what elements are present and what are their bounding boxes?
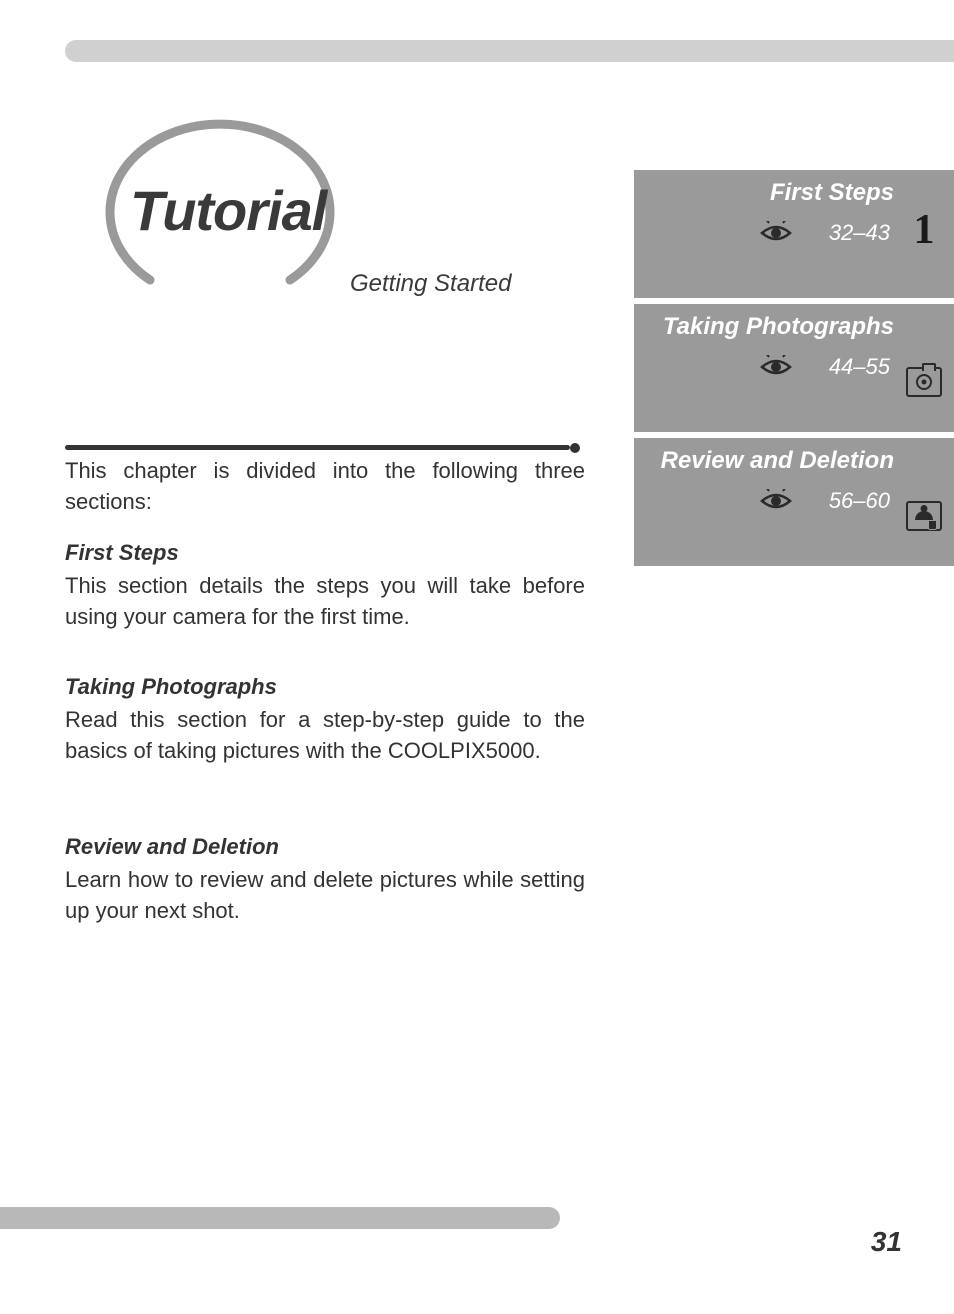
top-divider-bar	[65, 40, 954, 62]
page-subtitle: Getting Started	[350, 270, 511, 298]
bottom-divider-bar	[0, 1207, 560, 1229]
see-pages-icon	[759, 221, 793, 245]
page-number: 31	[871, 1226, 902, 1258]
section-body: Learn how to review and delete pictures …	[65, 865, 585, 927]
nav-item-taking-photographs[interactable]: Taking Photographs 44–55	[634, 304, 954, 432]
camera-icon	[904, 362, 944, 402]
section-title: Taking Photographs	[65, 672, 585, 703]
section-title: Review and Deletion	[65, 832, 585, 863]
section-review-deletion: Review and Deletion Learn how to review …	[65, 832, 585, 926]
section-body: Read this section for a step-by-step gui…	[65, 705, 585, 767]
review-delete-icon	[904, 496, 944, 536]
nav-item-first-steps[interactable]: First Steps 1 32–43	[634, 170, 954, 298]
section-first-steps: First Steps This section details the ste…	[65, 538, 585, 632]
nav-sidebar: First Steps 1 32–43 Taking Photographs	[634, 170, 954, 572]
see-pages-icon	[759, 355, 793, 379]
section-title: First Steps	[65, 538, 585, 569]
section-divider	[65, 444, 585, 452]
nav-item-pages: 56–60	[829, 488, 890, 514]
nav-item-title: First Steps	[654, 180, 896, 206]
section-body: This section details the steps you will …	[65, 571, 585, 633]
nav-item-title: Taking Photographs	[654, 314, 896, 340]
nav-item-pages: 32–43	[829, 220, 890, 246]
nav-item-pages: 44–55	[829, 354, 890, 380]
page-title: Tutorial	[130, 178, 326, 243]
nav-item-title: Review and Deletion	[654, 448, 896, 474]
intro-text: This chapter is divided into the followi…	[65, 456, 585, 518]
see-pages-icon	[759, 489, 793, 513]
number-1-icon: 1	[904, 210, 944, 250]
nav-item-review-deletion[interactable]: Review and Deletion 56–60	[634, 438, 954, 566]
section-taking-photographs: Taking Photographs Read this section for…	[65, 672, 585, 766]
